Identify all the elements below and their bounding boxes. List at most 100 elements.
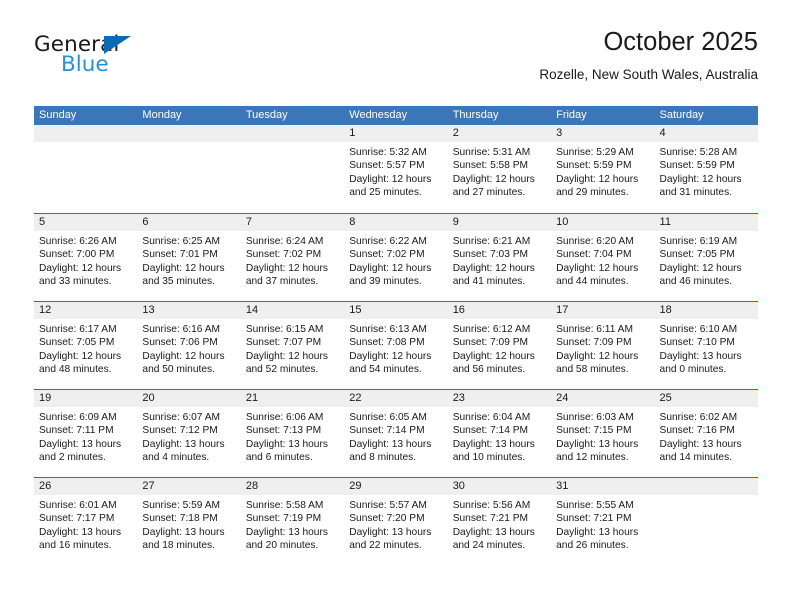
daylight-text-line1: Daylight: 13 hours: [245, 526, 328, 538]
calendar-day-cell[interactable]: 26 Sunrise: 6:01 AM Sunset: 7:17 PM Dayligh…: [34, 478, 138, 565]
calendar-day-cell[interactable]: 5 Sunrise: 6:26 AM Sunset: 7:00 PM Daylight…: [34, 214, 138, 301]
sunset-text: Sunset: 7:20 PM: [349, 513, 425, 525]
calendar-day-cell[interactable]: 10 Sunrise: 6:20 AM Sunset: 7:04 PM Dayligh…: [551, 214, 655, 301]
daylight-text-line2: and 33 minutes.: [39, 276, 112, 288]
day-details: Sunrise: 6:26 AM Sunset: 7:00 PM Daylight:…: [34, 231, 137, 289]
day-number: 4: [654, 125, 758, 142]
calendar-day-cell[interactable]: 25 Sunrise: 6:02 AM Sunset: 7:16 PM Dayligh…: [654, 390, 758, 477]
weekday-header-tuesday: Tuesday: [245, 109, 288, 121]
calendar-day-cell[interactable]: 29 Sunrise: 5:57 AM Sunset: 7:20 PM Dayligh…: [344, 478, 448, 565]
sunset-text: Sunset: 5:59 PM: [659, 160, 735, 172]
weekday-header-friday: Friday: [556, 109, 587, 121]
day-details: Sunrise: 6:12 AM Sunset: 7:09 PM Daylight:…: [448, 319, 551, 377]
sunrise-text: Sunrise: 5:32 AM: [349, 147, 427, 158]
sunset-text: Sunset: 7:08 PM: [349, 337, 425, 349]
calendar-day-cell[interactable]: 6 Sunrise: 6:25 AM Sunset: 7:01 PM Daylight…: [137, 214, 241, 301]
page-header: General Blue October 2025 Rozelle, New S…: [34, 28, 758, 98]
sunset-text: Sunset: 7:04 PM: [556, 249, 632, 261]
sunset-text: Sunset: 7:03 PM: [452, 249, 529, 261]
sunset-text: Sunset: 7:18 PM: [142, 513, 218, 525]
day-number: 9: [447, 214, 552, 231]
sunrise-text: Sunrise: 6:24 AM: [245, 236, 324, 247]
sunrise-text: Sunrise: 6:26 AM: [39, 236, 117, 247]
daylight-text-line1: Daylight: 13 hours: [142, 526, 225, 538]
daylight-text-line2: and 29 minutes.: [556, 187, 629, 199]
sunrise-text: Sunrise: 6:10 AM: [659, 324, 738, 335]
calendar-day-cell[interactable]: 19 Sunrise: 6:09 AM Sunset: 7:11 PM Dayligh…: [34, 390, 138, 477]
calendar-day-cell[interactable]: 18 Sunrise: 6:10 AM Sunset: 7:10 PM Dayligh…: [654, 302, 758, 389]
calendar-day-cell[interactable]: 1 Sunrise: 5:32 AM Sunset: 5:57 PM Daylight…: [344, 125, 448, 213]
daylight-text-line1: Daylight: 12 hours: [39, 262, 122, 274]
calendar-day-cell[interactable]: 4 Sunrise: 5:28 AM Sunset: 5:59 PM Daylight…: [654, 125, 758, 213]
calendar-day-cell[interactable]: 21 Sunrise: 6:06 AM Sunset: 7:13 PM Dayligh…: [240, 390, 345, 477]
calendar-day-cell[interactable]: 12 Sunrise: 6:17 AM Sunset: 7:05 PM Dayligh…: [34, 302, 138, 389]
calendar-day-cell[interactable]: 7 Sunrise: 6:24 AM Sunset: 7:02 PM Daylight…: [240, 214, 345, 301]
daylight-text-line2: and 52 minutes.: [245, 364, 319, 376]
day-number: 8: [344, 214, 448, 231]
day-details: Sunrise: 6:20 AM Sunset: 7:04 PM Daylight:…: [551, 231, 654, 289]
day-details: Sunrise: 6:15 AM Sunset: 7:07 PM Daylight:…: [241, 319, 344, 377]
calendar-day-cell[interactable]: 31 Sunrise: 5:55 AM Sunset: 7:21 PM Dayligh…: [551, 478, 655, 565]
daylight-text-line2: and 54 minutes.: [349, 364, 422, 376]
day-details: Sunrise: 6:21 AM Sunset: 7:03 PM Daylight:…: [448, 231, 551, 289]
calendar-day-cell[interactable]: 16 Sunrise: 6:12 AM Sunset: 7:09 PM Dayligh…: [447, 302, 552, 389]
title-block: October 2025 Rozelle, New South Wales, A…: [539, 28, 758, 84]
day-number: 15: [344, 302, 448, 319]
day-number: [654, 478, 758, 495]
sunset-text: Sunset: 7:16 PM: [659, 425, 735, 437]
daylight-text-line1: Daylight: 12 hours: [452, 350, 535, 362]
day-number: 17: [551, 302, 655, 319]
sunset-text: Sunset: 7:01 PM: [142, 249, 218, 261]
sunrise-text: Sunrise: 6:13 AM: [349, 324, 427, 335]
calendar-day-cell[interactable]: 20 Sunrise: 6:07 AM Sunset: 7:12 PM Dayligh…: [137, 390, 241, 477]
calendar-day-cell[interactable]: 8 Sunrise: 6:22 AM Sunset: 7:02 PM Daylight…: [344, 214, 448, 301]
daylight-text-line1: Daylight: 12 hours: [452, 173, 535, 185]
calendar-day-cell[interactable]: 11 Sunrise: 6:19 AM Sunset: 7:05 PM Dayligh…: [654, 214, 758, 301]
sunset-text: Sunset: 7:21 PM: [452, 513, 529, 525]
sunrise-text: Sunrise: 5:31 AM: [452, 147, 531, 158]
daylight-text-line2: and 48 minutes.: [39, 364, 112, 376]
calendar-day-cell[interactable]: 30 Sunrise: 5:56 AM Sunset: 7:21 PM Dayligh…: [447, 478, 552, 565]
day-details: Sunrise: 5:56 AM Sunset: 7:21 PM Daylight:…: [448, 495, 551, 553]
sunset-text: Sunset: 7:17 PM: [39, 513, 115, 525]
daylight-text-line2: and 6 minutes.: [245, 452, 313, 464]
sunset-text: Sunset: 7:19 PM: [245, 513, 322, 525]
daylight-text-line1: Daylight: 13 hours: [556, 526, 639, 538]
sunset-text: Sunset: 7:09 PM: [452, 337, 529, 349]
daylight-text-line2: and 39 minutes.: [349, 276, 422, 288]
calendar-day-cell[interactable]: 23 Sunrise: 6:04 AM Sunset: 7:14 PM Dayligh…: [447, 390, 552, 477]
calendar-day-cell-empty: [34, 125, 138, 213]
calendar-day-cell[interactable]: 24 Sunrise: 6:03 AM Sunset: 7:15 PM Dayligh…: [551, 390, 655, 477]
day-details: Sunrise: 5:57 AM Sunset: 7:20 PM Daylight:…: [344, 495, 447, 553]
calendar-day-cell[interactable]: 14 Sunrise: 6:15 AM Sunset: 7:07 PM Dayligh…: [240, 302, 345, 389]
calendar-day-cell[interactable]: 2 Sunrise: 5:31 AM Sunset: 5:58 PM Daylight…: [447, 125, 552, 213]
sunset-text: Sunset: 5:57 PM: [349, 160, 425, 172]
day-details: Sunrise: 6:24 AM Sunset: 7:02 PM Daylight:…: [241, 231, 344, 289]
daylight-text-line2: and 25 minutes.: [349, 187, 422, 199]
daylight-text-line1: Daylight: 12 hours: [245, 262, 328, 274]
calendar-day-cell[interactable]: 9 Sunrise: 6:21 AM Sunset: 7:03 PM Daylight…: [447, 214, 552, 301]
sunset-text: Sunset: 7:14 PM: [452, 425, 529, 437]
calendar-day-cell[interactable]: 17 Sunrise: 6:11 AM Sunset: 7:09 PM Dayligh…: [551, 302, 655, 389]
sunset-text: Sunset: 7:21 PM: [556, 513, 632, 525]
calendar-day-cell[interactable]: 28 Sunrise: 5:58 AM Sunset: 7:19 PM Dayligh…: [240, 478, 345, 565]
calendar-day-cell[interactable]: 27 Sunrise: 5:59 AM Sunset: 7:18 PM Dayligh…: [137, 478, 241, 565]
sunrise-text: Sunrise: 6:02 AM: [659, 412, 738, 423]
calendar-day-cell[interactable]: 3 Sunrise: 5:29 AM Sunset: 5:59 PM Daylight…: [551, 125, 655, 213]
day-details: Sunrise: 6:22 AM Sunset: 7:02 PM Daylight:…: [344, 231, 447, 289]
daylight-text-line2: and 26 minutes.: [556, 540, 629, 552]
day-details: Sunrise: 6:17 AM Sunset: 7:05 PM Daylight:…: [34, 319, 137, 377]
calendar-day-cell[interactable]: 15 Sunrise: 6:13 AM Sunset: 7:08 PM Dayligh…: [344, 302, 448, 389]
daylight-text-line1: Daylight: 13 hours: [659, 350, 742, 362]
calendar-day-cell[interactable]: 22 Sunrise: 6:05 AM Sunset: 7:14 PM Dayligh…: [344, 390, 448, 477]
daylight-text-line1: Daylight: 12 hours: [452, 262, 535, 274]
daylight-text-line2: and 35 minutes.: [142, 276, 215, 288]
day-details: Sunrise: 6:19 AM Sunset: 7:05 PM Daylight:…: [655, 231, 758, 289]
calendar-day-cell[interactable]: 13 Sunrise: 6:16 AM Sunset: 7:06 PM Dayligh…: [137, 302, 241, 389]
day-details: Sunrise: 5:29 AM Sunset: 5:59 PM Daylight:…: [551, 142, 654, 200]
day-number: 19: [34, 390, 138, 407]
sunrise-text: Sunrise: 5:55 AM: [556, 500, 634, 511]
daylight-text-line1: Daylight: 12 hours: [556, 350, 639, 362]
daylight-text-line1: Daylight: 12 hours: [659, 173, 742, 185]
daylight-text-line1: Daylight: 13 hours: [452, 438, 535, 450]
